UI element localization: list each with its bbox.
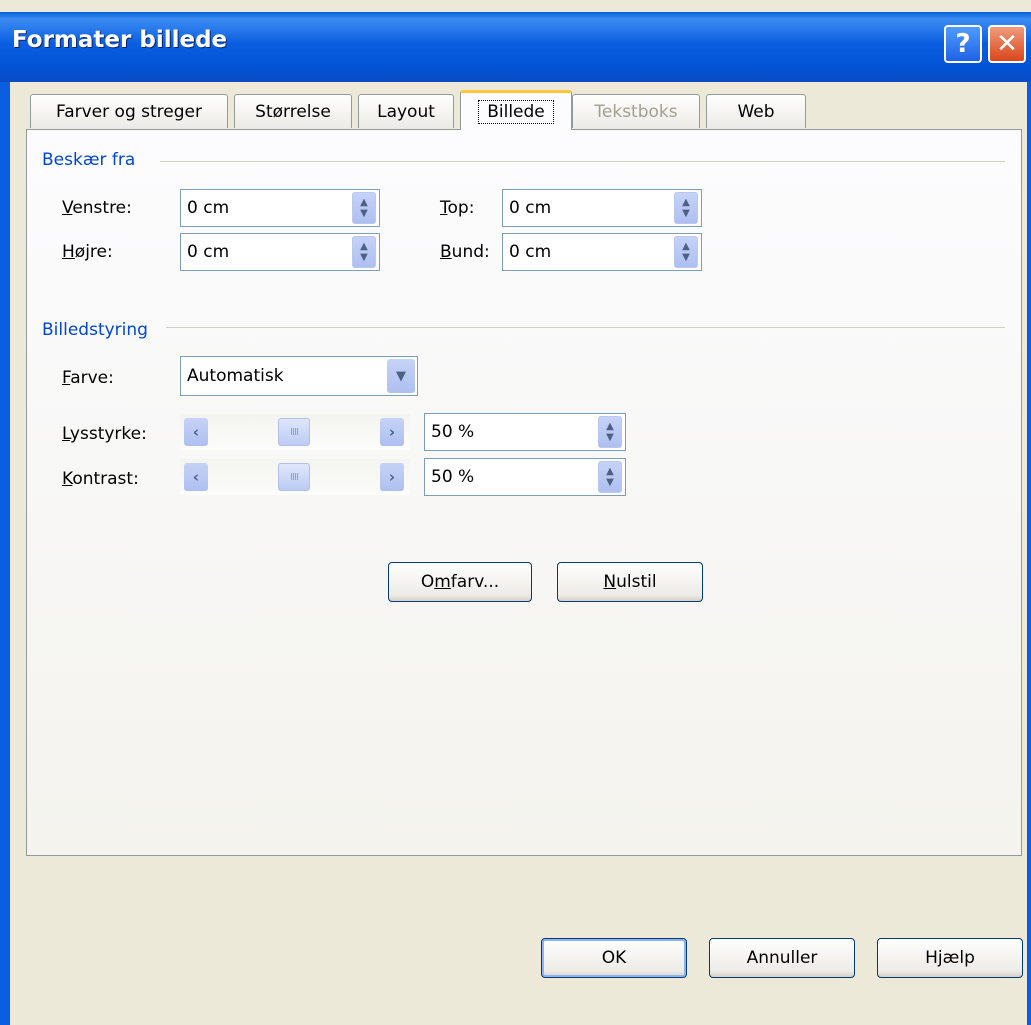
scroll-right-icon[interactable]: ›	[380, 463, 404, 491]
tab-size[interactable]: Størrelse	[234, 94, 352, 128]
crop-bottom-spinner[interactable]: 0 cm ▲ ▼	[502, 233, 702, 271]
contrast-slider[interactable]: ‹ IIII ›	[180, 459, 410, 495]
tab-label: Størrelse	[255, 101, 331, 122]
tab-web[interactable]: Web	[706, 94, 806, 128]
contrast-label: Kontrast:	[62, 469, 139, 489]
spin-arrows-icon[interactable]: ▲ ▼	[598, 461, 622, 493]
brightness-value: 50 %	[431, 422, 475, 442]
color-label: Farve:	[62, 368, 114, 388]
chevron-down-icon[interactable]: ▼	[387, 359, 415, 393]
crop-group-divider	[160, 161, 1005, 162]
color-dropdown-value: Automatisk	[187, 366, 284, 386]
spin-arrows-icon[interactable]: ▲ ▼	[674, 192, 698, 224]
window-frame-left	[0, 82, 10, 1025]
crop-bottom-label: Bund:	[440, 242, 490, 262]
brightness-spinner[interactable]: 50 % ▲ ▼	[424, 413, 626, 451]
brightness-label: Lysstyrke:	[62, 424, 147, 444]
tab-picture[interactable]: Billede	[460, 90, 572, 130]
tab-textbox: Tekstboks	[572, 94, 700, 128]
tab-label: Tekstboks	[594, 101, 678, 122]
crop-top-spinner[interactable]: 0 cm ▲ ▼	[502, 189, 702, 227]
window-title: Formater billede	[12, 27, 228, 53]
tab-colors-lines[interactable]: Farver og streger	[30, 94, 228, 128]
tab-label: Layout	[377, 101, 435, 122]
crop-top-value: 0 cm	[509, 198, 552, 218]
reset-button[interactable]: Nulstil	[557, 562, 703, 602]
brightness-slider[interactable]: ‹ IIII ›	[180, 414, 410, 450]
close-button[interactable]: ✕	[988, 25, 1026, 63]
crop-bottom-value: 0 cm	[509, 242, 552, 262]
crop-left-spinner[interactable]: 0 cm ▲ ▼	[180, 189, 380, 227]
scroll-right-icon[interactable]: ›	[380, 418, 404, 446]
tab-label: Billede	[478, 99, 554, 124]
image-control-group-divider	[166, 327, 1005, 328]
ok-button[interactable]: OK	[541, 938, 687, 978]
crop-right-label: Højre:	[62, 242, 113, 262]
contrast-value: 50 %	[431, 467, 475, 487]
spin-arrows-icon[interactable]: ▲ ▼	[352, 236, 376, 268]
crop-top-label: Top:	[440, 198, 475, 218]
spin-arrows-icon[interactable]: ▲ ▼	[352, 192, 376, 224]
crop-group-title: Beskær fra	[42, 150, 136, 170]
crop-left-label: Venstre:	[62, 198, 132, 218]
image-control-group-title: Billedstyring	[42, 320, 148, 340]
help-button[interactable]: Hjælp	[877, 938, 1023, 978]
cancel-button[interactable]: Annuller	[709, 938, 855, 978]
crop-right-value: 0 cm	[187, 242, 230, 262]
scroll-left-icon[interactable]: ‹	[184, 463, 208, 491]
crop-left-value: 0 cm	[187, 198, 230, 218]
tab-layout[interactable]: Layout	[358, 94, 454, 128]
contrast-spinner[interactable]: 50 % ▲ ▼	[424, 458, 626, 496]
tab-label: Farver og streger	[56, 101, 202, 122]
spin-arrows-icon[interactable]: ▲ ▼	[598, 416, 622, 448]
scroll-left-icon[interactable]: ‹	[184, 418, 208, 446]
spin-arrows-icon[interactable]: ▲ ▼	[674, 236, 698, 268]
color-dropdown[interactable]: Automatisk ▼	[180, 356, 418, 396]
help-title-button[interactable]: ?	[944, 25, 982, 63]
window-frame-right	[1027, 82, 1031, 1025]
tab-label: Web	[737, 101, 775, 122]
recolor-button[interactable]: Om farv...	[388, 562, 532, 602]
slider-thumb[interactable]: IIII	[278, 418, 310, 446]
slider-thumb[interactable]: IIII	[278, 463, 310, 491]
crop-right-spinner[interactable]: 0 cm ▲ ▼	[180, 233, 380, 271]
